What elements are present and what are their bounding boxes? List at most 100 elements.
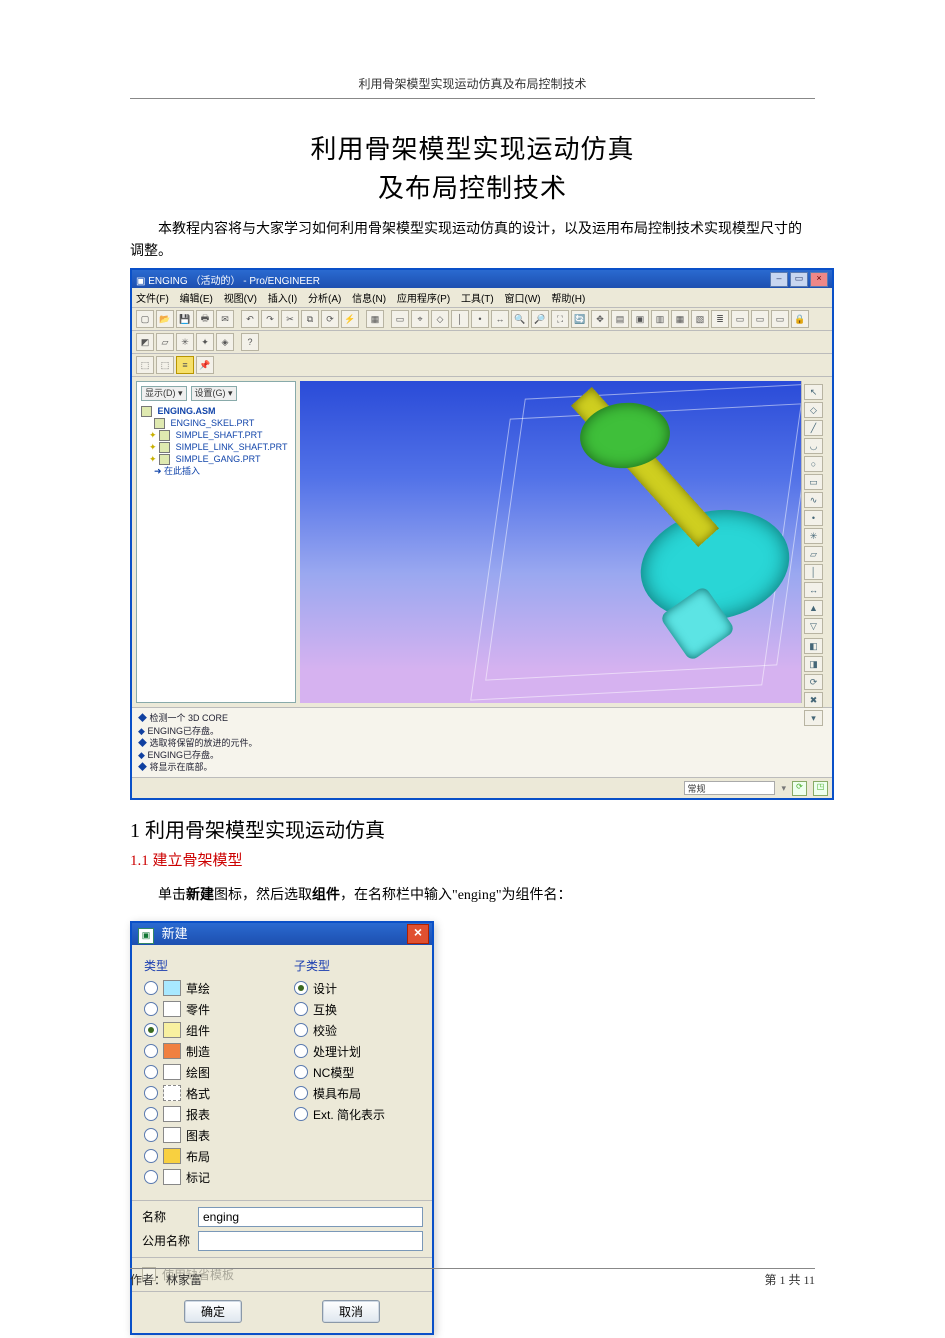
proe-3d-viewport[interactable] xyxy=(300,381,804,703)
rt-mirror-icon[interactable]: ▲ xyxy=(804,600,823,616)
status-stop-icon[interactable]: ◳ xyxy=(813,781,828,796)
menu-analyze[interactable]: 分析(A) xyxy=(308,294,341,305)
tb-axis-icon[interactable]: │ xyxy=(451,310,469,328)
dialog-close-button[interactable]: × xyxy=(407,924,429,944)
tb-sel1-icon[interactable]: ⬚ xyxy=(136,356,154,374)
rt-line-icon[interactable]: ╱ xyxy=(804,420,823,436)
tb-pt2-icon[interactable]: ✦ xyxy=(196,333,214,351)
radio-icon[interactable] xyxy=(294,1107,308,1121)
subtype-option-processplan[interactable]: 处理计划 xyxy=(294,1041,420,1062)
radio-icon[interactable] xyxy=(294,1044,308,1058)
cancel-button[interactable]: 取消 xyxy=(322,1300,380,1323)
rt-create-icon[interactable]: ◨ xyxy=(804,656,823,672)
rt-dim-icon[interactable]: ↔ xyxy=(804,582,823,598)
tb-sel2-icon[interactable]: ⬚ xyxy=(156,356,174,374)
type-option-drawing[interactable]: 绘图 xyxy=(144,1062,270,1083)
type-option-format[interactable]: 格式 xyxy=(144,1083,270,1104)
tb-layer-icon[interactable]: ≣ xyxy=(711,310,729,328)
tb-plane-icon[interactable]: ◇ xyxy=(431,310,449,328)
rt-rect-icon[interactable]: ▭ xyxy=(804,474,823,490)
tb-save-icon[interactable]: 💾 xyxy=(176,310,194,328)
radio-icon[interactable] xyxy=(144,1086,158,1100)
tb-regen-icon[interactable]: ⟳ xyxy=(321,310,339,328)
tb-select-icon[interactable]: ▭ xyxy=(391,310,409,328)
tb-hidden-icon[interactable]: ▥ xyxy=(651,310,669,328)
subtype-option-moldlayout[interactable]: 模具布局 xyxy=(294,1083,420,1104)
radio-icon[interactable] xyxy=(144,1002,158,1016)
tb-view2-icon[interactable]: ▭ xyxy=(751,310,769,328)
tb-dtm-icon[interactable]: ◈ xyxy=(216,333,234,351)
radio-icon[interactable] xyxy=(144,1128,158,1142)
tb-zoomout-icon[interactable]: 🔎 xyxy=(531,310,549,328)
tree-item[interactable]: ✦ SIMPLE_SHAFT.PRT xyxy=(141,429,291,441)
tb-csys2-icon[interactable]: ◩ xyxy=(136,333,154,351)
tb-print-icon[interactable]: 🖶 xyxy=(196,310,214,328)
radio-icon[interactable] xyxy=(294,1086,308,1100)
minimize-icon[interactable]: – xyxy=(770,272,788,287)
tb-fit-icon[interactable]: ⛶ xyxy=(551,310,569,328)
rt-sketch-icon[interactable]: ◇ xyxy=(804,402,823,418)
radio-icon[interactable] xyxy=(144,1170,158,1184)
common-name-input[interactable] xyxy=(198,1231,423,1251)
menu-file[interactable]: 文件(F) xyxy=(136,294,169,305)
radio-icon[interactable] xyxy=(294,1002,308,1016)
tb-nohidden-icon[interactable]: ▦ xyxy=(671,310,689,328)
radio-icon[interactable] xyxy=(144,1044,158,1058)
type-option-report[interactable]: 报表 xyxy=(144,1104,270,1125)
tb-anchor-icon[interactable]: 📌 xyxy=(196,356,214,374)
radio-icon[interactable] xyxy=(294,981,308,995)
tb-redo-icon[interactable]: ↷ xyxy=(261,310,279,328)
menu-info[interactable]: 信息(N) xyxy=(352,294,386,305)
tb-point-icon[interactable]: • xyxy=(471,310,489,328)
tree-display-dropdown[interactable]: 显示(D) ▾ xyxy=(141,386,187,400)
type-option-manufacturing[interactable]: 制造 xyxy=(144,1041,270,1062)
tree-settings-dropdown[interactable]: 设置(G) ▾ xyxy=(191,386,237,400)
tb-flag-icon[interactable]: ≡ xyxy=(176,356,194,374)
type-option-layout[interactable]: 布局 xyxy=(144,1146,270,1167)
tb-pan-icon[interactable]: ✥ xyxy=(591,310,609,328)
radio-icon[interactable] xyxy=(144,981,158,995)
type-option-diagram[interactable]: 图表 xyxy=(144,1125,270,1146)
tb-lock-icon[interactable]: 🔒 xyxy=(791,310,809,328)
tb-cut-icon[interactable]: ✂ xyxy=(281,310,299,328)
menu-apps[interactable]: 应用程序(P) xyxy=(397,294,450,305)
type-option-markup[interactable]: 标记 xyxy=(144,1167,270,1188)
status-regen-icon[interactable]: ⟳ xyxy=(792,781,807,796)
tb-shade-icon[interactable]: ▧ xyxy=(691,310,709,328)
tb-view3-icon[interactable]: ▭ xyxy=(771,310,789,328)
radio-icon[interactable] xyxy=(144,1023,158,1037)
type-option-assembly[interactable]: 组件 xyxy=(144,1020,270,1041)
menu-edit[interactable]: 编辑(E) xyxy=(180,294,213,305)
radio-icon[interactable] xyxy=(294,1023,308,1037)
selection-filter-dropdown[interactable]: 常规 xyxy=(684,781,775,795)
rt-arc-icon[interactable]: ◡ xyxy=(804,438,823,454)
rt-trim-icon[interactable]: ▽ xyxy=(804,618,823,634)
tb-savedview-icon[interactable]: ▤ xyxy=(611,310,629,328)
rt-point-icon[interactable]: • xyxy=(804,510,823,526)
rt-axis-icon[interactable]: │ xyxy=(804,564,823,580)
type-option-part[interactable]: 零件 xyxy=(144,999,270,1020)
tb-wire-icon[interactable]: ▣ xyxy=(631,310,649,328)
tb-measure-icon[interactable]: ↔ xyxy=(491,310,509,328)
radio-icon[interactable] xyxy=(144,1107,158,1121)
model-tree[interactable]: 显示(D) ▾ 设置(G) ▾ ENGING.ASM ENGING_SKEL.P… xyxy=(136,381,296,703)
maximize-icon[interactable]: ▭ xyxy=(790,272,808,287)
menu-tools[interactable]: 工具(T) xyxy=(461,294,494,305)
tree-insert-here[interactable]: ➜ 在此插入 xyxy=(141,465,291,477)
rt-more-icon[interactable]: ▾ xyxy=(804,710,823,726)
menu-help[interactable]: 帮助(H) xyxy=(551,294,585,305)
tb-mail-icon[interactable]: ✉ xyxy=(216,310,234,328)
tb-copygeom-icon[interactable]: ▦ xyxy=(366,310,384,328)
radio-icon[interactable] xyxy=(144,1149,158,1163)
menu-insert[interactable]: 插入(I) xyxy=(268,294,297,305)
subtype-option-extsimp[interactable]: Ext. 简化表示 xyxy=(294,1104,420,1125)
rt-assemble-icon[interactable]: ◧ xyxy=(804,638,823,654)
tb-zoomin-icon[interactable]: 🔍 xyxy=(511,310,529,328)
tree-item[interactable]: ENGING_SKEL.PRT xyxy=(141,417,291,429)
tb-plane2-icon[interactable]: ▱ xyxy=(156,333,174,351)
menu-window[interactable]: 窗口(W) xyxy=(505,294,541,305)
chevron-down-icon[interactable]: ▾ xyxy=(781,783,786,794)
ok-button[interactable]: 确定 xyxy=(184,1300,242,1323)
close-icon[interactable]: × xyxy=(810,272,828,287)
tb-copy-icon[interactable]: ⧉ xyxy=(301,310,319,328)
